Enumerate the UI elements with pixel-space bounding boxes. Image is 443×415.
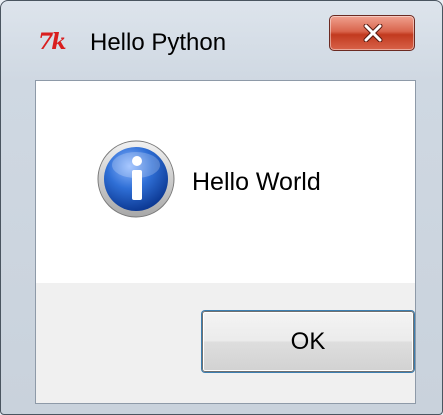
title-bar[interactable]: 7k Hello Python xyxy=(1,1,442,71)
dialog-window: 7k Hello Python Hello World OK xyxy=(0,0,443,415)
ok-button[interactable]: OK xyxy=(202,311,414,372)
window-title: Hello Python xyxy=(90,29,227,56)
dialog-body: Hello World OK xyxy=(35,80,416,404)
message-text: Hello World xyxy=(192,168,321,196)
close-button[interactable] xyxy=(329,15,415,51)
tk-logo-icon: 7k xyxy=(38,29,67,55)
close-icon xyxy=(363,24,383,42)
message-area: Hello World xyxy=(36,81,415,283)
info-icon xyxy=(97,140,175,218)
